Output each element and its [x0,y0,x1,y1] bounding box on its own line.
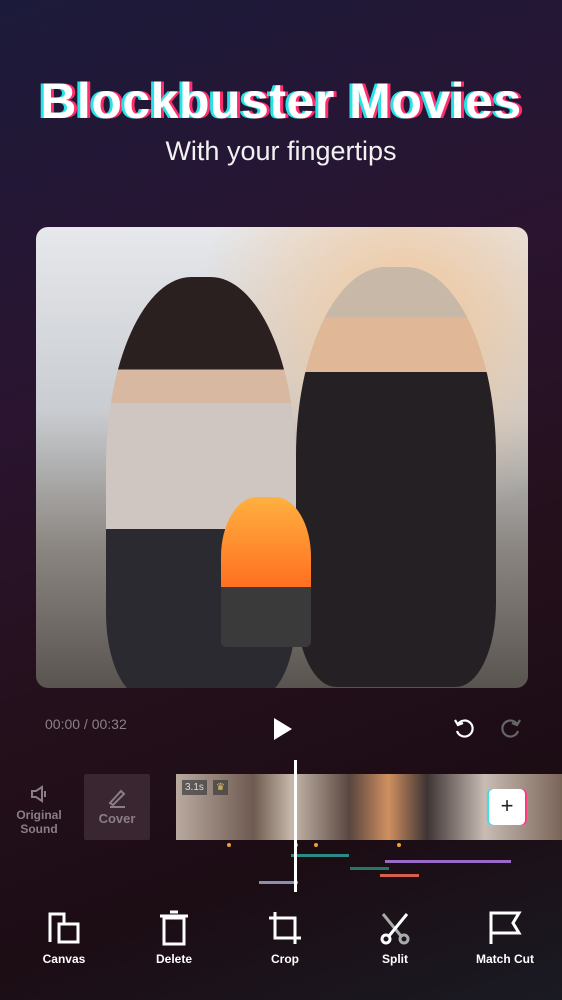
beat-marker [227,843,231,847]
play-icon [274,718,292,740]
delete-label: Delete [155,952,193,966]
cover-button[interactable]: Cover [84,774,150,840]
speaker-icon [31,785,46,803]
clip-duration-badge: 3.1s [182,780,207,795]
canvas-icon [48,912,80,944]
audio-track[interactable] [291,854,349,857]
filter-track[interactable] [259,881,298,884]
canvas-label: Canvas [42,952,86,966]
redo-icon [501,719,521,738]
crown-icon: ♛ [213,780,228,795]
delete-button[interactable]: Delete [129,910,219,966]
scissors-icon [380,913,410,945]
crop-icon [269,912,301,944]
crop-button[interactable]: Crop [240,910,330,966]
trash-icon [160,910,188,946]
original-sound-button[interactable]: Original Sound [12,784,66,836]
headline-title: Blockbuster Movies [40,73,522,129]
sticker-track[interactable] [350,867,389,870]
undo-button[interactable] [452,716,476,745]
text-track[interactable] [380,874,419,877]
original-sound-label: Original Sound [16,808,62,836]
beat-marker [314,843,318,847]
undo-icon [454,719,474,738]
cover-label: Cover [98,811,136,826]
split-button[interactable]: Split [350,910,440,966]
redo-button[interactable] [499,716,523,745]
headline-subtitle: With your fingertips [165,136,397,166]
pencil-icon [108,789,126,808]
match-cut-button[interactable]: Match Cut [460,910,550,966]
effect-track[interactable] [385,860,511,863]
add-clip-button[interactable]: + [489,789,525,825]
flag-icon [489,911,522,944]
playhead[interactable] [294,760,297,892]
match-cut-label: Match Cut [476,952,534,966]
beat-marker [397,843,401,847]
canvas-button[interactable]: Canvas [19,910,109,966]
split-label: Split [382,952,408,966]
play-button[interactable] [272,716,294,747]
video-preview[interactable] [36,227,528,688]
crop-label: Crop [271,952,299,966]
playback-time: 00:00 / 00:32 [45,716,127,732]
